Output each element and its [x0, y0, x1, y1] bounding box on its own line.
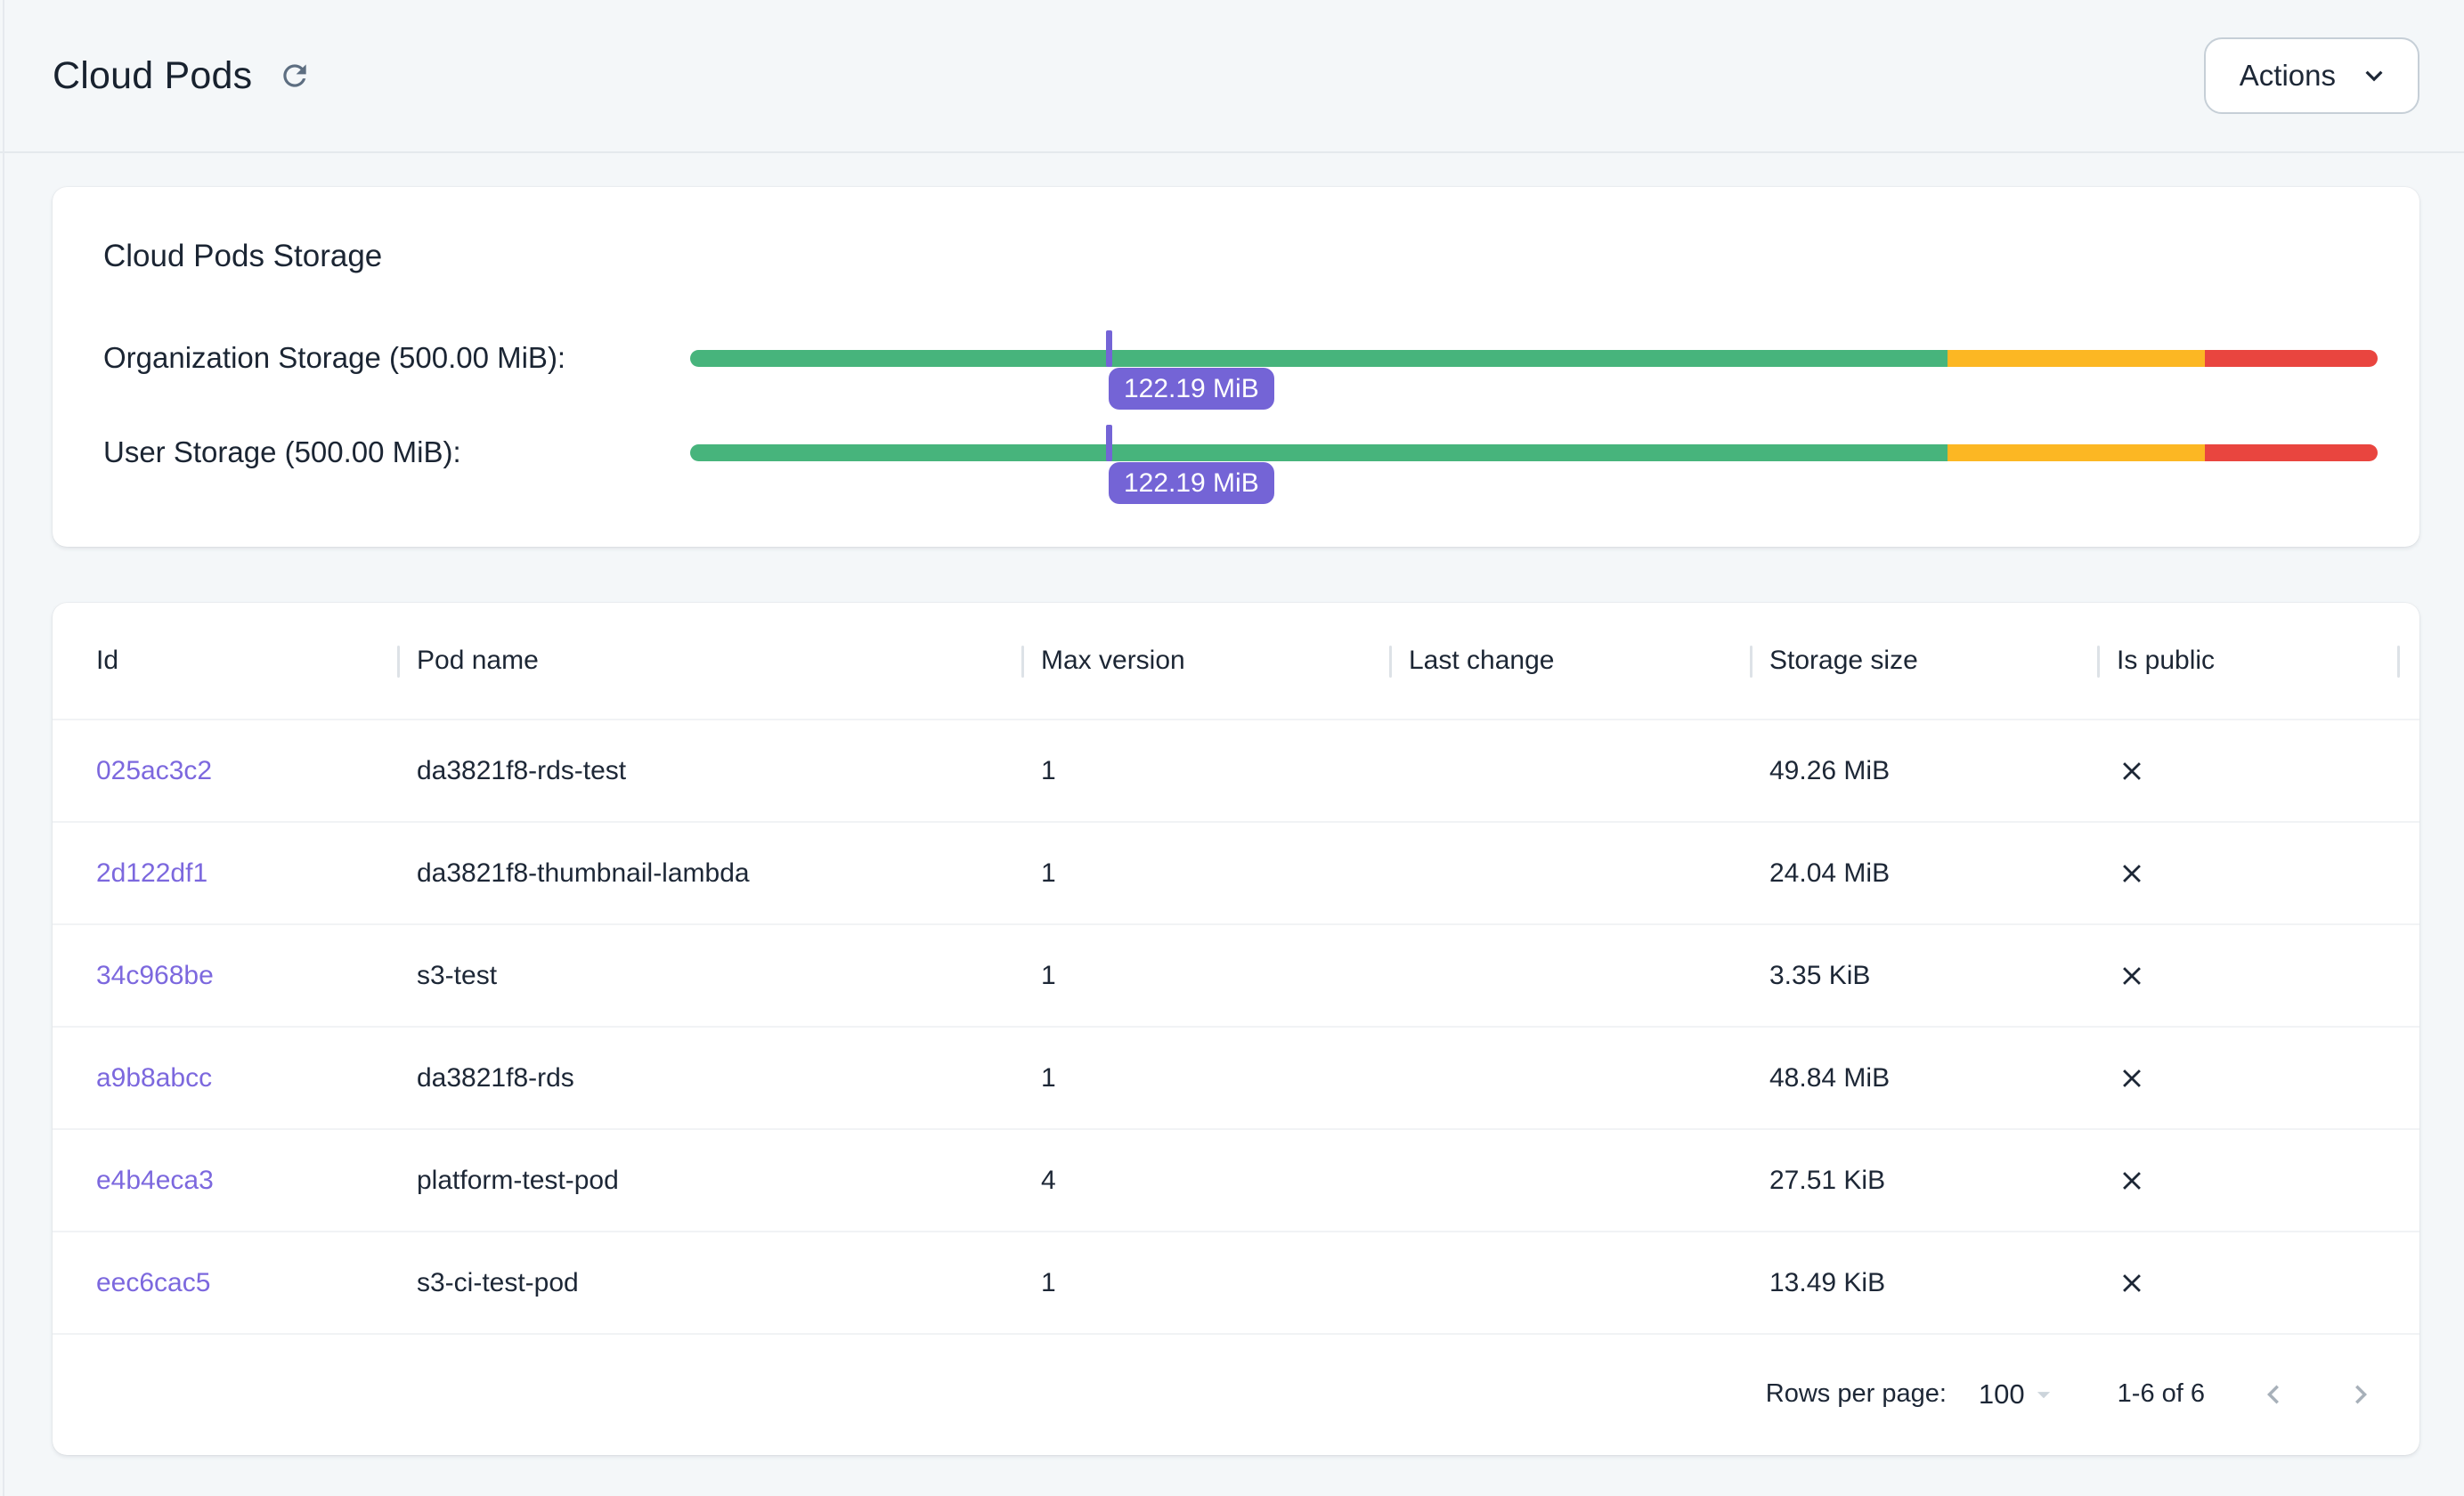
rows-per-page-label: Rows per page:: [1766, 1379, 1947, 1409]
page-header: Cloud Pods Actions: [0, 0, 2464, 153]
column-header-last-change[interactable]: Last change: [1389, 646, 1750, 676]
storage-size-cell: 48.84 MiB: [1750, 1063, 2097, 1094]
storage-size-cell: 13.49 KiB: [1750, 1268, 2097, 1298]
pod-id-link[interactable]: eec6cac5: [96, 1268, 210, 1297]
cloud-pods-storage-card: Cloud Pods Storage Organization Storage …: [53, 187, 2419, 547]
table-body: 025ac3c2da3821f8-rds-test149.26 MiB2d122…: [53, 720, 2419, 1335]
column-header-id[interactable]: Id: [53, 646, 397, 676]
chevron-left-icon: [2255, 1376, 2292, 1413]
max-version-cell: 1: [1021, 858, 1389, 889]
bar-segment-critical: [2205, 444, 2378, 461]
user-storage-row: User Storage (500.00 MiB): 122.19 MiB: [103, 426, 2378, 479]
column-separator: [2097, 646, 2100, 678]
table-row[interactable]: eec6cac5 s3-ci-test-pod1 13.49 KiB: [53, 1232, 2419, 1335]
organization-storage-label: Organization Storage (500.00 MiB):: [103, 341, 690, 375]
column-header-max-version[interactable]: Max version: [1021, 646, 1389, 676]
max-version-cell: 1: [1021, 1268, 1389, 1298]
pod-name-cell: s3-test: [397, 961, 1021, 991]
not-public-icon: [2117, 1063, 2419, 1094]
previous-page-button[interactable]: [2255, 1376, 2292, 1413]
table-header-row: Id Pod name Max version Last change Stor…: [53, 603, 2419, 720]
select-caret-icon: [2029, 1379, 2059, 1410]
max-version-cell: 1: [1021, 961, 1389, 991]
pod-name-cell: platform-test-pod: [397, 1166, 1021, 1196]
is-public-cell: [2097, 1063, 2419, 1094]
max-version-cell: 4: [1021, 1166, 1389, 1196]
bar-segment-safe: [690, 444, 1948, 461]
actions-button-label: Actions: [2240, 59, 2336, 93]
storage-card-title: Cloud Pods Storage: [103, 239, 382, 274]
refresh-button[interactable]: [275, 56, 314, 95]
storage-size-cell: 3.35 KiB: [1750, 961, 2097, 991]
usage-value-badge: 122.19 MiB: [1109, 368, 1274, 410]
organization-storage-row: Organization Storage (500.00 MiB): 122.1…: [103, 331, 2378, 385]
storage-size-cell: 49.26 MiB: [1750, 756, 2097, 786]
bar-segment-warning: [1948, 350, 2205, 367]
usage-value-badge: 122.19 MiB: [1109, 462, 1274, 504]
page-left-divider: [3, 0, 4, 1496]
refresh-icon: [278, 59, 312, 93]
table-row[interactable]: e4b4eca3 platform-test-pod4 27.51 KiB: [53, 1130, 2419, 1232]
not-public-icon: [2117, 858, 2419, 889]
bar-segment-warning: [1948, 444, 2205, 461]
pod-name-cell: da3821f8-rds-test: [397, 756, 1021, 786]
not-public-icon: [2117, 1268, 2419, 1298]
next-page-button[interactable]: [2342, 1376, 2379, 1413]
is-public-cell: [2097, 961, 2419, 991]
not-public-icon: [2117, 756, 2419, 786]
pod-id-link[interactable]: a9b8abcc: [96, 1063, 212, 1093]
pod-name-cell: s3-ci-test-pod: [397, 1268, 1021, 1298]
table-row[interactable]: 2d122df1 da3821f8-thumbnail-lambda1 24.04 …: [53, 823, 2419, 925]
usage-marker: [1106, 425, 1112, 461]
column-header-storage-size[interactable]: Storage size: [1750, 646, 2097, 676]
pod-id-link[interactable]: 025ac3c2: [96, 756, 212, 785]
column-separator: [1021, 646, 1024, 678]
column-separator: [1389, 646, 1392, 678]
pagination-range-label: 1-6 of 6: [2118, 1379, 2205, 1409]
bar-segment-critical: [2205, 350, 2378, 367]
pod-id-link[interactable]: 2d122df1: [96, 858, 207, 888]
column-separator: [2397, 646, 2400, 678]
pod-id-link[interactable]: 34c968be: [96, 961, 214, 990]
user-storage-bar: 122.19 MiB: [690, 426, 2378, 479]
storage-size-cell: 27.51 KiB: [1750, 1166, 2097, 1196]
max-version-cell: 1: [1021, 756, 1389, 786]
is-public-cell: [2097, 858, 2419, 889]
table-pagination: Rows per page: 100 1-6 of 6: [53, 1335, 2419, 1453]
chevron-right-icon: [2342, 1376, 2379, 1413]
usage-marker: [1106, 330, 1112, 367]
storage-usage-bar: [690, 350, 2378, 367]
table-row[interactable]: a9b8abcc da3821f8-rds1 48.84 MiB: [53, 1028, 2419, 1130]
column-separator: [1750, 646, 1752, 678]
max-version-cell: 1: [1021, 1063, 1389, 1094]
storage-size-cell: 24.04 MiB: [1750, 858, 2097, 889]
pod-id-link[interactable]: e4b4eca3: [96, 1166, 214, 1195]
storage-usage-bar: [690, 444, 2378, 461]
column-header-is-public[interactable]: Is public: [2097, 646, 2419, 676]
rows-per-page-select[interactable]: 100: [1979, 1378, 2059, 1411]
pod-name-cell: da3821f8-thumbnail-lambda: [397, 858, 1021, 889]
is-public-cell: [2097, 1166, 2419, 1196]
is-public-cell: [2097, 756, 2419, 786]
is-public-cell: [2097, 1268, 2419, 1298]
cloud-pods-table-card: Id Pod name Max version Last change Stor…: [53, 603, 2419, 1455]
actions-button[interactable]: Actions: [2204, 37, 2419, 114]
table-row[interactable]: 34c968be s3-test1 3.35 KiB: [53, 925, 2419, 1028]
column-header-pod-name[interactable]: Pod name: [397, 646, 1021, 676]
rows-per-page-value: 100: [1979, 1378, 2025, 1411]
page-title: Cloud Pods: [53, 54, 252, 98]
pod-name-cell: da3821f8-rds: [397, 1063, 1021, 1094]
not-public-icon: [2117, 961, 2419, 991]
bar-segment-safe: [690, 350, 1948, 367]
user-storage-label: User Storage (500.00 MiB):: [103, 435, 690, 469]
table-row[interactable]: 025ac3c2 da3821f8-rds-test1 49.26 MiB: [53, 720, 2419, 823]
organization-storage-bar: 122.19 MiB: [690, 331, 2378, 385]
column-separator: [397, 646, 400, 678]
chevron-down-icon: [2357, 59, 2391, 93]
not-public-icon: [2117, 1166, 2419, 1196]
